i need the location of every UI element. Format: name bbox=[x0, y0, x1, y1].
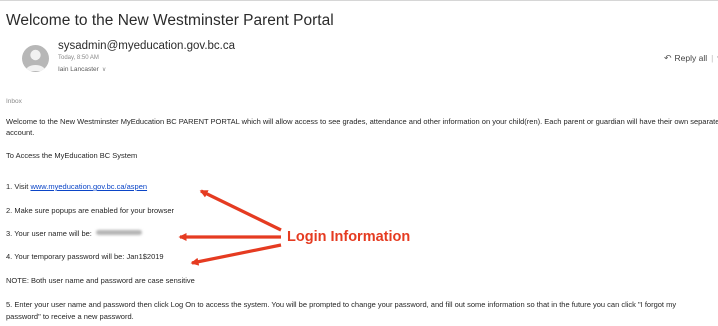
body-intro-line-2: account. bbox=[6, 128, 35, 137]
sender-address[interactable]: sysadmin@myeducation.gov.bc.ca bbox=[58, 40, 235, 52]
body-intro-line-1: Welcome to the New Westminster MyEducati… bbox=[6, 117, 718, 126]
folder-label: Inbox bbox=[6, 98, 22, 105]
window-top-border bbox=[0, 0, 718, 1]
step-1-text: 1. Visit bbox=[6, 182, 31, 191]
body-access-heading: To Access the MyEducation BC System bbox=[6, 151, 138, 160]
email-timestamp: Today, 8:50 AM bbox=[58, 55, 99, 61]
sender-avatar-icon bbox=[22, 45, 49, 72]
body-step-4: 4. Your temporary password will be: Jan1… bbox=[6, 252, 164, 261]
body-step-2: 2. Make sure popups are enabled for your… bbox=[6, 206, 175, 215]
body-step-3: 3. Your user name will be: bbox=[6, 229, 142, 238]
body-step-5-line-1: 5. Enter your user name and password the… bbox=[6, 300, 677, 309]
recipient[interactable]: Iain Lancaster ∨ bbox=[58, 66, 106, 73]
body-note: NOTE: Both user name and password are ca… bbox=[6, 276, 195, 285]
body-step-5-line-2: password" to receive a new password. bbox=[6, 312, 134, 321]
arrow-to-link bbox=[199, 189, 282, 232]
arrow-to-password bbox=[190, 243, 282, 266]
reply-all-icon: ↶ bbox=[664, 53, 672, 63]
email-subject: Welcome to the New Westminster Parent Po… bbox=[6, 12, 334, 29]
redacted-username bbox=[95, 230, 142, 235]
recipient-name: Iain Lancaster bbox=[58, 66, 99, 73]
step-3-text: 3. Your user name will be: bbox=[6, 229, 92, 238]
aspen-link[interactable]: www.myeducation.gov.bc.ca/aspen bbox=[30, 182, 147, 191]
reply-all-label: Reply all bbox=[674, 53, 708, 63]
body-step-1: 1. Visit www.myeducation.gov.bc.ca/aspen bbox=[6, 182, 147, 191]
reply-all-button[interactable]: ↶Reply all|∨ bbox=[664, 53, 718, 64]
reply-all-separator: | bbox=[711, 53, 714, 63]
login-information-annotation: Login Information bbox=[287, 229, 411, 245]
recipient-chevron-down-icon[interactable]: ∨ bbox=[102, 67, 106, 73]
